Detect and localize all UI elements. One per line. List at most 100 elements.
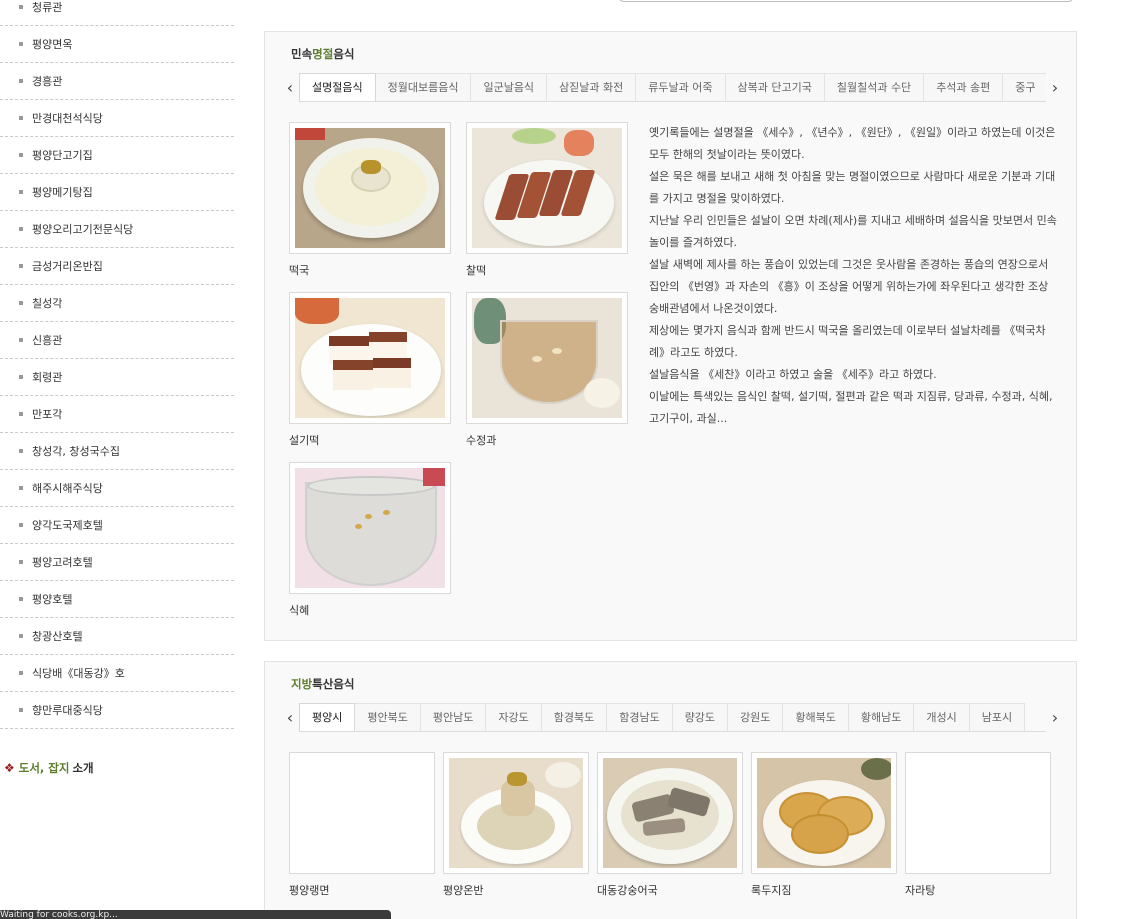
sidebar-item[interactable]: 청류관 [0,0,234,26]
seolgitteok-photo[interactable] [295,298,445,418]
food-item[interactable]: 떡국 [289,122,451,278]
nokdu-jijim-photo[interactable] [757,758,891,868]
sidebar-item[interactable]: 향만루대중식당 [0,692,234,729]
food-item[interactable]: 록두지짐 [751,752,897,898]
bullet-icon [19,486,23,490]
food-caption[interactable]: 설기떡 [289,432,451,448]
food-photo-frame[interactable] [905,752,1051,874]
food-photo-frame[interactable] [751,752,897,874]
tab-kangwon[interactable]: 강원도 [728,703,784,731]
tab-kaesong[interactable]: 개성시 [914,703,970,731]
tab-chilseok[interactable]: 칠월칠석과 수단 [824,73,925,101]
tab-north-phyongan[interactable]: 평안북도 [355,703,421,731]
tab-junggu[interactable]: 중구 [1003,73,1046,101]
sidebar-item[interactable]: 창광산호텔 [0,618,234,655]
tab-nampo[interactable]: 남포시 [969,703,1026,731]
food-caption[interactable]: 평양랭면 [289,882,435,898]
sidebar-item[interactable]: 해주시해주식당 [0,470,234,507]
sidebar-item[interactable]: 금성거리온반집 [0,248,234,285]
sidebar-item[interactable]: 평양메기탕집 [0,174,234,211]
sujeonggwa-photo[interactable] [472,298,622,418]
tab-jagang[interactable]: 자강도 [486,703,542,731]
sidebar-item[interactable]: 양각도국제호텔 [0,507,234,544]
tab-strip: 평양시 평안북도 평안남도 자강도 함경북도 함경남도 량강도 강원도 황해북도 황해남도 개성시 남… [299,703,1046,732]
chaltteok-photo[interactable] [472,128,622,248]
food-photo-frame[interactable] [597,752,743,874]
food-photo-frame[interactable] [289,462,451,594]
chevron-right-icon[interactable]: › [1047,703,1063,732]
tab-samjinnal[interactable]: 삼짇날과 화전 [547,73,637,101]
sidebar-item[interactable]: 칠성각 [0,285,234,322]
food-caption[interactable]: 대동강숭어국 [597,882,743,898]
tteokguk-photo[interactable] [295,128,445,248]
food-photo-frame[interactable] [466,122,628,254]
tab-sambok[interactable]: 삼복과 단고기국 [725,73,825,101]
naengmyon-photo[interactable] [295,758,429,868]
sidebar-item[interactable]: 평양호텔 [0,581,234,618]
sidebar-item[interactable]: 만포각 [0,396,234,433]
bullet-icon [19,671,23,675]
sidebar-item[interactable]: 경흥관 [0,63,234,100]
chevron-left-icon[interactable]: ‹ [282,703,298,732]
tab-workers-day[interactable]: 일군날음식 [471,73,548,101]
holiday-description: 옛기록들에는 설명절을 《세수》, 《년수》, 《원단》, 《원일》이라고 하였… [649,126,1057,425]
food-item[interactable]: 찰떡 [466,122,628,278]
tab-first-full-moon[interactable]: 정월대보름음식 [375,73,472,101]
sikhye-photo[interactable] [295,468,445,588]
books-link-suffix[interactable]: 소개 [72,760,93,776]
food-photo-frame[interactable] [289,122,451,254]
food-caption[interactable]: 떡국 [289,262,451,278]
books-magazines-link[interactable]: ❖ 도서, 잡지 소개 [4,760,94,776]
food-photo-frame[interactable] [289,292,451,424]
sidebar-item[interactable]: 신흥관 [0,322,234,359]
tab-pyongyang[interactable]: 평양시 [299,703,356,731]
tab-north-hamgyong[interactable]: 함경북도 [541,703,608,731]
food-caption[interactable]: 록두지짐 [751,882,897,898]
tab-north-hwanghae[interactable]: 황해북도 [783,703,849,731]
tab-new-year[interactable]: 설명절음식 [299,73,376,101]
panel-title: 지방특산음식 [291,677,355,691]
food-caption[interactable]: 자라탕 [905,882,1051,898]
bullet-icon [19,708,23,712]
jaratang-photo[interactable] [911,758,1045,868]
food-photo-frame[interactable] [289,752,435,874]
search-box-edge [618,0,1074,2]
tab-south-phyongan[interactable]: 평안남도 [420,703,487,731]
food-item[interactable]: 자라탕 [905,752,1051,898]
sidebar-item[interactable]: 평양오리고기전문식당 [0,211,234,248]
onban-photo[interactable] [449,758,583,868]
bullet-icon [19,5,23,9]
sidebar-item[interactable]: 식당배《대동강》호 [0,655,234,692]
sungo-guk-photo[interactable] [603,758,737,868]
bullet-icon [19,634,23,638]
tab-ryudunal[interactable]: 류두날과 어죽 [636,73,726,101]
food-caption[interactable]: 평양온반 [443,882,589,898]
food-item[interactable]: 평양온반 [443,752,589,898]
sidebar-item[interactable]: 평양면옥 [0,26,234,63]
food-photo-frame[interactable] [466,292,628,424]
food-item[interactable]: 수정과 [466,292,628,448]
sidebar-item[interactable]: 평양고려호텔 [0,544,234,581]
bullet-icon [19,301,23,305]
bullet-icon [19,523,23,527]
food-caption[interactable]: 수정과 [466,432,628,448]
sidebar-item[interactable]: 회령관 [0,359,234,396]
tab-south-hwanghae[interactable]: 황해남도 [848,703,915,731]
sidebar-item[interactable]: 만경대천석식당 [0,100,234,137]
tab-ryanggang[interactable]: 량강도 [672,703,729,731]
food-item[interactable]: 평양랭면 [289,752,435,898]
chevron-left-icon[interactable]: ‹ [282,73,298,102]
chevron-right-icon[interactable]: › [1047,73,1063,102]
food-item[interactable]: 설기떡 [289,292,451,448]
tab-south-hamgyong[interactable]: 함경남도 [607,703,673,731]
food-caption[interactable]: 찰떡 [466,262,628,278]
sidebar-item[interactable]: 평양단고기집 [0,137,234,174]
sidebar-item[interactable]: 창성각, 창성국수집 [0,433,234,470]
tab-chuseok[interactable]: 추석과 송편 [924,73,1004,101]
food-item[interactable]: 대동강숭어국 [597,752,743,898]
food-photo-frame[interactable] [443,752,589,874]
food-item[interactable]: 식혜 [289,462,451,618]
region-tabs: ‹ 평양시 평안북도 평안남도 자강도 함경북도 함경남도 량강도 강원도 황해북도 황해남도 개성… [282,703,1063,732]
books-link-label[interactable]: 도서, 잡지 [19,760,70,776]
food-caption[interactable]: 식혜 [289,602,451,618]
